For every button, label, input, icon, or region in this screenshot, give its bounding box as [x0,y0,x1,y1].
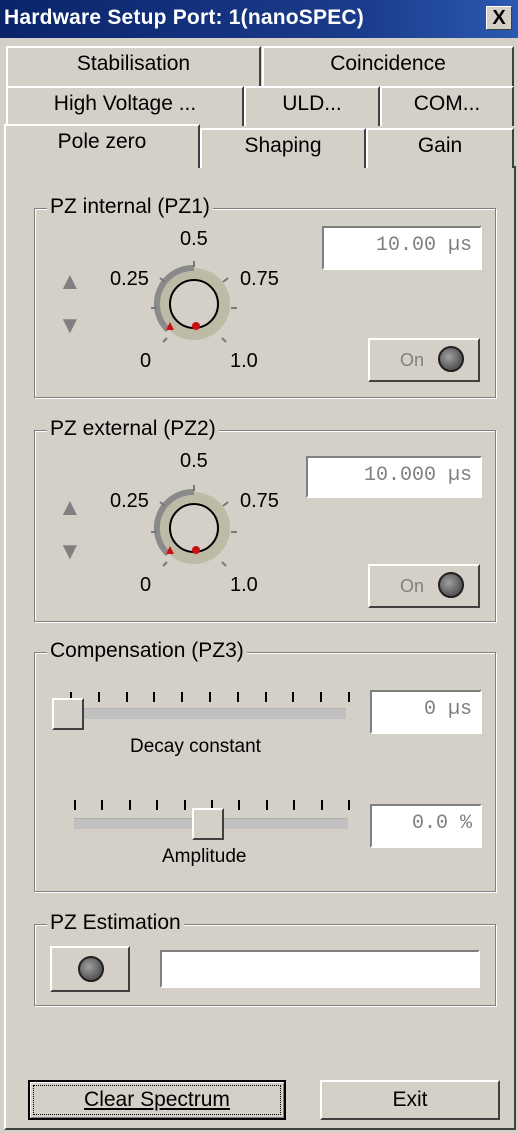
decay-slider-label: Decay constant [130,736,261,757]
pz1-on-label: On [400,350,425,370]
amplitude-slider-thumb[interactable] [192,808,224,840]
knob-cap [169,503,219,553]
compensation-label: Compensation (PZ3) [47,639,247,663]
tab-coincidence[interactable]: Coincidence [262,46,514,86]
tab-com[interactable]: COM... [380,86,514,126]
tab-gain[interactable]: Gain [366,128,514,168]
pz2-on-label: On [400,576,425,596]
status-led-icon [438,572,464,598]
dial-label-0.25: 0.25 [110,268,149,290]
clear-spectrum-label: Clear Spectrum [84,1088,230,1111]
pz1-knob[interactable] [146,258,242,354]
compensation-group: Compensation (PZ3) [34,639,496,892]
pz2-on-button[interactable]: On [368,564,480,608]
dial-label-0.75: 0.75 [240,268,279,290]
value-marker-icon [192,322,200,330]
exit-button[interactable]: Exit [320,1080,500,1120]
pz1-value-field[interactable]: 10.00 µs [322,226,482,270]
decay-value-field[interactable]: 0 µs [370,690,482,734]
decay-slider-track[interactable] [70,708,346,719]
decrease-arrow-icon[interactable]: ▼ [58,312,82,340]
increase-arrow-icon[interactable]: ▲ [58,268,82,296]
tab-uld[interactable]: ULD... [244,86,380,126]
value-marker-icon [192,546,200,554]
decay-slider-ticks [70,692,350,702]
pz-estimation-button[interactable] [50,946,130,992]
decrease-arrow-icon[interactable]: ▼ [58,538,82,566]
amplitude-slider-label: Amplitude [162,846,247,867]
pz1-on-button[interactable]: On [368,338,480,382]
pz-estimation-field[interactable] [160,950,480,988]
pz-estimation-label: PZ Estimation [47,911,184,935]
title-bar: Hardware Setup Port: 1(nanoSPEC) X [0,0,518,38]
tab-stabilisation[interactable]: Stabilisation [6,46,261,86]
dial-label-0.5: 0.5 [180,450,208,472]
close-button[interactable]: X [486,6,512,30]
pz-internal-label: PZ internal (PZ1) [47,195,213,219]
dial-label-0.75: 0.75 [240,490,279,512]
pz-external-label: PZ external (PZ2) [47,417,219,441]
status-led-icon [78,956,104,982]
pz2-knob[interactable] [146,482,242,578]
clear-spectrum-button[interactable]: Clear Spectrum [28,1080,286,1120]
exit-label: Exit [392,1088,428,1111]
dial-label-0.5: 0.5 [180,228,208,250]
window-title: Hardware Setup Port: 1(nanoSPEC) [4,6,364,29]
pz2-value-field[interactable]: 10.000 µs [306,456,482,498]
tab-high-voltage[interactable]: High Voltage ... [6,86,244,126]
knob-cap [169,279,219,329]
tab-pole-zero[interactable]: Pole zero [4,124,200,168]
increase-arrow-icon[interactable]: ▲ [58,494,82,522]
status-led-icon [438,346,464,372]
dial-label-0.25: 0.25 [110,490,149,512]
tab-shaping[interactable]: Shaping [200,128,366,168]
decay-slider-thumb[interactable] [52,698,84,730]
amplitude-value-field[interactable]: 0.0 % [370,804,482,848]
